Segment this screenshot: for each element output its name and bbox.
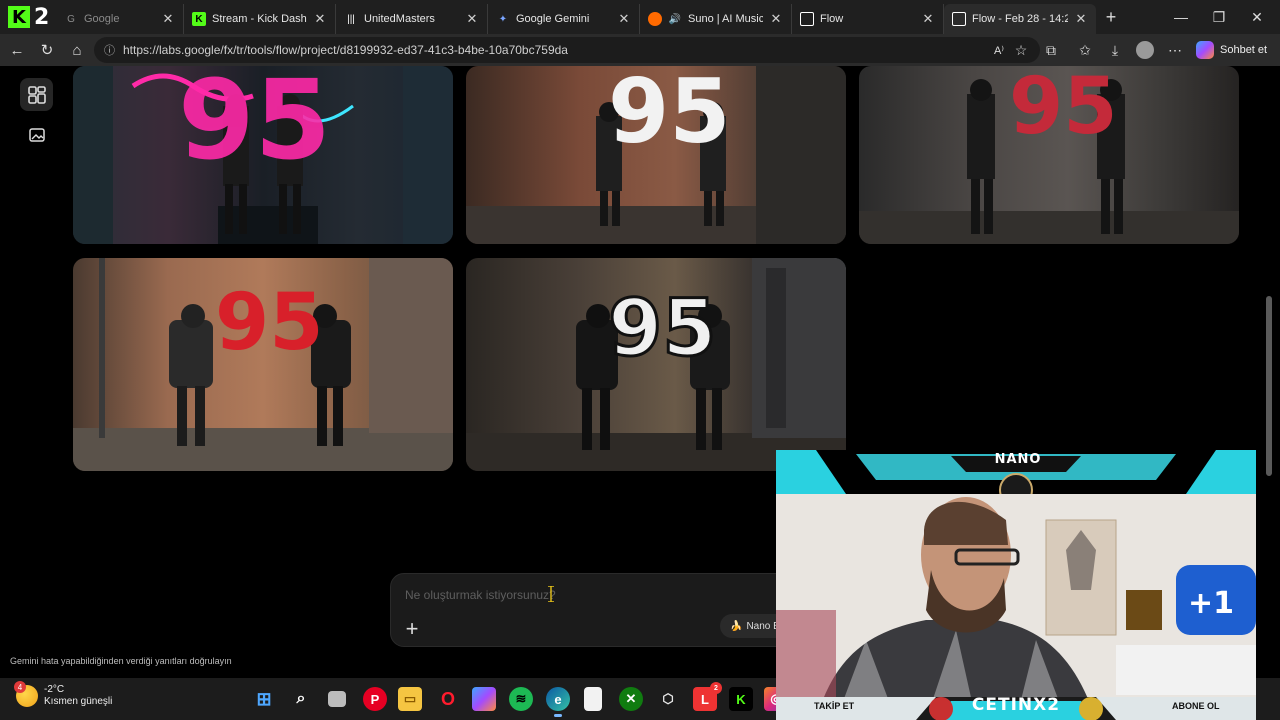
maximize-button[interactable]: ❐ bbox=[1200, 0, 1238, 34]
more-menu-icon[interactable]: ⋯ bbox=[1160, 34, 1190, 66]
pinterest-icon[interactable]: P bbox=[363, 687, 387, 711]
tab-kick-dashboard[interactable]: K Stream - Kick Dashboar ✕ bbox=[184, 4, 336, 34]
spotify-icon[interactable]: ≋ bbox=[509, 687, 533, 711]
prompt-input[interactable]: Ne oluşturmak istiyorsunuz? bbox=[405, 588, 556, 602]
back-button[interactable]: ← bbox=[2, 35, 32, 65]
extensions-icon[interactable]: ⧉ bbox=[1036, 34, 1066, 66]
tab-unitedmasters[interactable]: ||| UnitedMasters ✕ bbox=[336, 4, 488, 34]
kick-stream-logo: K 2 bbox=[0, 0, 56, 34]
close-icon[interactable]: ✕ bbox=[465, 11, 479, 27]
task-view-icon[interactable] bbox=[328, 691, 346, 707]
kick-icon: K bbox=[192, 12, 206, 26]
generated-image[interactable]: 95 bbox=[73, 258, 453, 471]
kick-k-icon: K bbox=[8, 6, 30, 28]
unitedmasters-icon: ||| bbox=[347, 13, 355, 25]
home-button[interactable]: ⌂ bbox=[62, 35, 92, 65]
file-explorer-icon[interactable]: ▭ bbox=[398, 687, 422, 711]
channel-name: CETINX2 bbox=[971, 695, 1061, 715]
copilot-app-icon[interactable] bbox=[472, 687, 496, 711]
close-icon[interactable]: ✕ bbox=[921, 11, 935, 27]
search-icon[interactable]: ⌕ bbox=[289, 687, 313, 711]
generated-image[interactable]: 95 bbox=[859, 66, 1239, 244]
prompt-box[interactable]: Ne oluşturmak istiyorsunuz? + 🍌 Nano Ba bbox=[390, 573, 790, 647]
google-icon: G bbox=[67, 13, 75, 25]
address-bar-row: ← ↻ ⌂ ⓘ https://labs.google/fx/tr/tools/… bbox=[0, 34, 1280, 66]
tab-flow-active[interactable]: Flow - Feb 28 - 14:24 ✕ bbox=[944, 4, 1096, 34]
tab-suno[interactable]: 🔊 Suno | AI Music ✕ bbox=[640, 4, 792, 34]
add-media-button[interactable]: + bbox=[403, 616, 421, 642]
image-icon bbox=[28, 127, 45, 142]
app-cube-icon[interactable]: ⬡ bbox=[656, 687, 680, 711]
overlay-bottom-bar: TAKİP ET CETINX2 ABONE OL bbox=[776, 695, 1256, 720]
disclaimer-text: Gemini hata yapabildiğinden verdiği yanı… bbox=[10, 656, 232, 666]
suno-icon bbox=[648, 12, 662, 26]
text-cursor-icon bbox=[548, 586, 554, 602]
tab-strip: K 2 G Google ✕ K Stream - Kick Dashboar … bbox=[0, 0, 1280, 34]
notepad-icon[interactable] bbox=[584, 687, 602, 711]
speaker-icon[interactable]: 🔊 bbox=[668, 12, 682, 26]
stream-webcam-overlay: NANO +1 TAKİP ET CETINX2 ABONE OL bbox=[776, 450, 1280, 720]
opera-icon[interactable]: O bbox=[436, 687, 460, 711]
close-icon[interactable]: ✕ bbox=[617, 11, 631, 27]
kick-app-icon[interactable]: K bbox=[729, 687, 753, 711]
edge-icon[interactable]: e bbox=[546, 687, 570, 717]
gemini-icon: ✦ bbox=[498, 13, 508, 25]
plus-one-badge: +1 bbox=[1188, 586, 1235, 621]
start-windows-icon[interactable]: ⊞ bbox=[252, 687, 276, 711]
flow-icon bbox=[952, 12, 966, 26]
app-l-icon[interactable]: L2 bbox=[693, 682, 722, 711]
new-tab-button[interactable]: + bbox=[1096, 7, 1126, 28]
tab-google[interactable]: G Google ✕ bbox=[56, 4, 184, 34]
tab-flow[interactable]: Flow ✕ bbox=[792, 4, 944, 34]
favorites-icon[interactable]: ✩ bbox=[1070, 34, 1100, 66]
grid-icon bbox=[27, 85, 46, 104]
banana-icon: 🍌 bbox=[730, 620, 743, 632]
minimize-button[interactable]: — bbox=[1162, 0, 1200, 34]
tab-google-gemini[interactable]: ✦ Google Gemini ✕ bbox=[488, 4, 640, 34]
close-icon[interactable]: ✕ bbox=[769, 11, 783, 27]
site-info-icon[interactable]: ⓘ bbox=[104, 42, 115, 58]
grid-view-button[interactable] bbox=[20, 78, 53, 111]
overlay-brand-logo: NANO bbox=[994, 452, 1042, 467]
copilot-button[interactable]: Sohbet et bbox=[1196, 38, 1267, 62]
profile-avatar[interactable] bbox=[1130, 34, 1160, 66]
flow-icon bbox=[800, 12, 814, 26]
subscribe-label: ABONE OL bbox=[1172, 701, 1220, 711]
close-icon[interactable]: ✕ bbox=[1074, 11, 1088, 27]
favorite-star-icon[interactable]: ☆ bbox=[1006, 34, 1036, 66]
page-scrollbar[interactable] bbox=[1266, 296, 1272, 476]
close-icon[interactable]: ✕ bbox=[161, 11, 175, 27]
generated-image[interactable]: 95 bbox=[466, 66, 846, 244]
xbox-icon[interactable]: ✕ bbox=[619, 687, 643, 711]
downloads-icon[interactable]: ⤓ bbox=[1100, 34, 1130, 66]
sun-icon: 4 bbox=[14, 681, 38, 707]
follow-label: TAKİP ET bbox=[814, 701, 855, 711]
image-view-button[interactable] bbox=[20, 118, 53, 151]
generated-image[interactable]: 95 bbox=[73, 66, 453, 244]
reload-button[interactable]: ↻ bbox=[32, 35, 62, 65]
copilot-icon bbox=[1196, 41, 1214, 59]
generated-image[interactable]: 95 bbox=[466, 258, 846, 471]
url-field[interactable]: ⓘ https://labs.google/fx/tr/tools/flow/p… bbox=[94, 37, 1040, 63]
close-window-button[interactable]: ✕ bbox=[1238, 0, 1276, 34]
weather-widget[interactable]: 4 -2°C Kısmen güneşli bbox=[14, 681, 112, 708]
close-icon[interactable]: ✕ bbox=[313, 11, 327, 27]
